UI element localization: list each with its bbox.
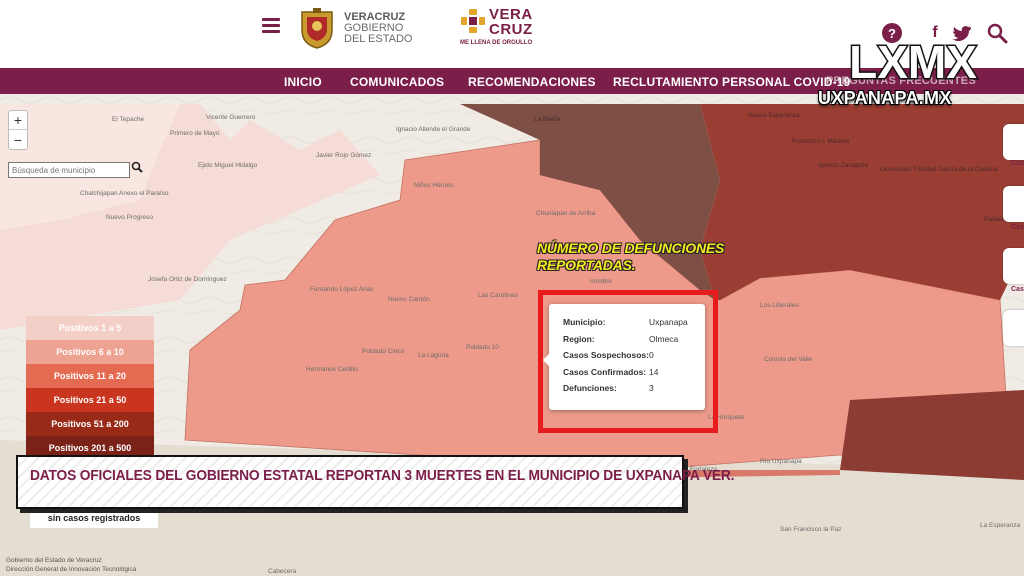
side-tab-label: Cas	[1011, 286, 1024, 293]
place-label: Licenciado Trinidad García de la Cadena	[880, 166, 998, 173]
menu-icon[interactable]	[262, 18, 280, 34]
legend-item: Positivos 6 a 10	[26, 340, 154, 364]
place-label: Josefa Ortiz de Domínguez	[148, 276, 227, 283]
place-label: Javier Rojo Gómez	[316, 152, 372, 159]
zoom-out-button[interactable]: −	[9, 130, 27, 149]
place-label: Poblado 10	[466, 344, 499, 351]
legend-item: Positivos 21 a 50	[26, 388, 154, 412]
side-tab[interactable]	[1003, 310, 1024, 346]
side-tab[interactable]	[1003, 248, 1024, 284]
legend-item-none: sin casos registrados	[30, 508, 158, 528]
gov-subtitle-2: DEL ESTADO	[344, 33, 413, 45]
place-label: Cabecera	[268, 568, 297, 575]
veracruz-brand-icon	[461, 9, 485, 33]
uxpanapa-watermark-logo: LXMX LXMX	[848, 36, 979, 86]
map-credits: Gobierno del Estado de Veracruz Direcció…	[6, 556, 136, 574]
watermark-logo-text: LXMX	[849, 36, 977, 86]
veracruz-crest-logo[interactable]	[298, 8, 336, 50]
news-banner-box: DATOS OFICIALES DEL GOBIERNO ESTATAL REP…	[16, 455, 734, 509]
municipio-search-input[interactable]	[8, 162, 130, 178]
credits-line: Dirección General de Innovación Tecnológ…	[6, 566, 137, 573]
place-label: La Breña	[534, 116, 561, 123]
place-label: Fernando López Arias	[310, 286, 374, 293]
place-label: Ejido Miguel Hidalgo	[198, 162, 258, 169]
brand-tagline: ME LLENA DE ORGULLO	[460, 40, 533, 46]
place-label: Chalchijapan Anexo el Paraíso	[80, 190, 169, 197]
brand-name-2: CRUZ	[489, 21, 533, 38]
nav-item-comunicados[interactable]: COMUNICADOS	[350, 75, 444, 89]
place-label: Hermanos Cedillo	[306, 366, 358, 373]
side-tab-label: Cas	[1011, 224, 1024, 231]
place-label: La Esperanza	[980, 522, 1021, 529]
nav-item-inicio[interactable]: INICIO	[284, 75, 322, 89]
place-label: La Laguna	[418, 352, 449, 359]
place-label: Ignacio Zaragoza	[818, 162, 869, 169]
place-label: San Francisco la Paz	[780, 526, 842, 533]
nav-item-recomendaciones[interactable]: RECOMENDACIONES	[468, 75, 596, 89]
highlight-frame	[538, 290, 718, 433]
zoom-control: + −	[8, 110, 28, 150]
place-label: Río Uxpanapa	[760, 458, 802, 465]
place-label: Nuevo Progreso	[106, 214, 153, 221]
place-label: El Tepache	[112, 116, 145, 123]
place-label: Francisco I. Madero	[792, 138, 850, 145]
place-label: Nuevo Cantón	[388, 296, 430, 303]
place-label: Primero de Mayo	[170, 130, 220, 137]
place-label: Las Carolinas	[478, 292, 518, 299]
side-tab[interactable]	[1003, 124, 1024, 160]
annotation-text: NÚMERO DE DEFUNCIONES REPORTADAS.	[537, 240, 724, 274]
legend-item: Positivos 51 a 200	[26, 412, 154, 436]
place-label: Los Liberales	[760, 302, 799, 309]
place-label: Niños Héroes	[414, 182, 454, 189]
zoom-in-button[interactable]: +	[9, 111, 27, 130]
place-label: Chuniapan de Arriba	[536, 210, 596, 217]
news-banner-text: DATOS OFICIALES DEL GOBIERNO ESTATAL REP…	[30, 467, 735, 484]
legend-item: Positivos 11 a 20	[26, 364, 154, 388]
place-label: Poblado Cinco	[362, 348, 405, 355]
map-legend: Positivos 1 a 5 Positivos 6 a 10 Positiv…	[26, 316, 154, 460]
legend-item: Positivos 1 a 5	[26, 316, 154, 340]
place-label: Colonia del Valle	[764, 356, 813, 363]
nav-item-reclutamiento[interactable]: RECLUTAMIENTO PERSONAL COVID-19	[613, 75, 851, 89]
place-label: Vicente Guerrero	[206, 114, 256, 121]
annotation-line: REPORTADAS.	[537, 257, 636, 273]
side-tab-label: Cas	[1011, 160, 1024, 167]
place-label: Ignacio Allende el Grande	[396, 126, 471, 133]
credits-line: Gobierno del Estado de Veracruz	[6, 557, 102, 564]
search-icon[interactable]	[131, 161, 149, 179]
watermark-text: UXPANAPA.MX	[818, 88, 952, 108]
annotation-line: NÚMERO DE DEFUNCIONES	[537, 240, 725, 256]
place-label: Nueva Esperanza	[748, 112, 800, 119]
side-tab[interactable]	[1003, 186, 1024, 222]
place-label: nombre	[590, 278, 613, 285]
